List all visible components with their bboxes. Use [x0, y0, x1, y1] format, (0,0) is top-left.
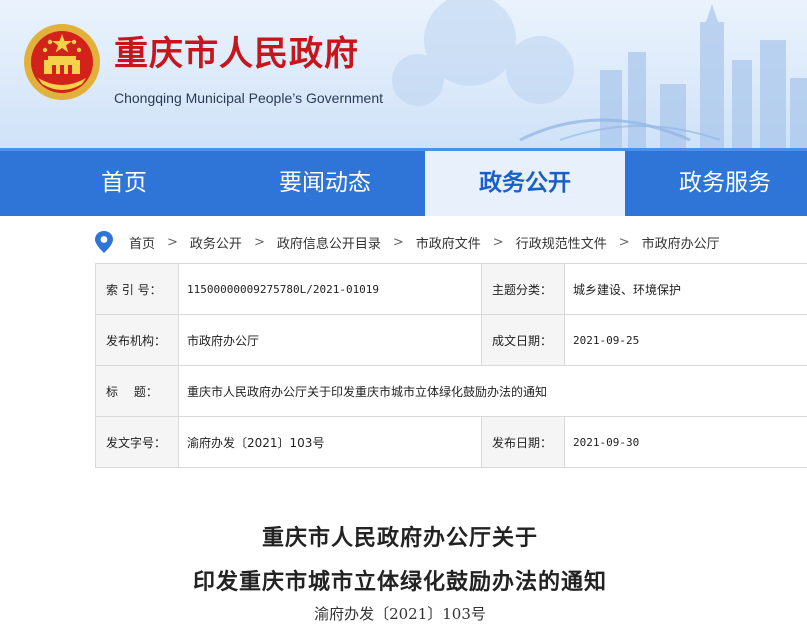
publish-date-label: 发布日期：	[481, 416, 565, 468]
table-row: 发文字号： 渝府办发〔2021〕103号 发布日期： 2021-09-30	[95, 416, 807, 468]
document-number-value: 渝府办发〔2021〕103号	[178, 416, 482, 468]
document-number-label: 发文字号：	[95, 416, 179, 468]
publish-date-value: 2021-09-30	[564, 416, 807, 468]
breadcrumb-separator: >	[492, 234, 504, 250]
article-title-line2: 印发重庆市城市立体绿化鼓励办法的通知	[192, 569, 607, 595]
breadcrumb-normative-documents[interactable]: 行政规范性文件	[516, 233, 607, 252]
issuer-value: 市政府办公厅	[178, 314, 482, 366]
breadcrumb-municipal-documents[interactable]: 市政府文件	[416, 233, 481, 252]
national-emblem-icon	[24, 24, 100, 100]
issuer-label: 发布机构：	[95, 314, 179, 366]
breadcrumb-separator: >	[618, 234, 630, 250]
index-number-value: 11500000009275780L/2021-01019	[178, 263, 482, 315]
nav-item-services[interactable]: 政务服务	[625, 151, 807, 216]
breadcrumb-government-affairs[interactable]: 政务公开	[190, 233, 242, 252]
breadcrumb-separator: >	[253, 234, 265, 250]
site-subtitle: Chongqing Municipal People’s Government	[114, 90, 384, 106]
breadcrumb-info-catalog[interactable]: 政府信息公开目录	[277, 233, 381, 252]
article-title-line1: 重庆市人民政府办公厅关于	[261, 525, 538, 551]
site-title: 重庆市人民政府	[114, 34, 359, 74]
location-pin-icon	[95, 231, 113, 253]
table-row: 标 题： 重庆市人民政府办公厅关于印发重庆市城市立体绿化鼓励办法的通知	[95, 365, 807, 417]
written-date-value: 2021-09-25	[564, 314, 807, 366]
title-label: 标 题：	[95, 365, 179, 417]
main-nav: 首页 要闻动态 政务公开 政务服务	[0, 148, 807, 216]
document-meta-table: 索 引 号： 11500000009275780L/2021-01019 主题分…	[95, 263, 807, 468]
breadcrumb: 首页 > 政务公开 > 政府信息公开目录 > 市政府文件 > 行政规范性文件 >…	[93, 230, 807, 254]
nav-item-home[interactable]: 首页	[62, 151, 186, 216]
header-banner: 重庆市人民政府 Chongqing Municipal People’s Gov…	[0, 0, 807, 148]
title-value: 重庆市人民政府办公厅关于印发重庆市城市立体绿化鼓励办法的通知	[178, 365, 807, 417]
breadcrumb-home[interactable]: 首页	[129, 233, 155, 252]
index-number-label: 索 引 号：	[95, 263, 179, 315]
table-row: 发布机构： 市政府办公厅 成文日期： 2021-09-25	[95, 314, 807, 366]
nav-item-news[interactable]: 要闻动态	[225, 151, 425, 216]
skyline-decoration	[392, 0, 807, 148]
topic-value: 城乡建设、环境保护	[564, 263, 807, 315]
breadcrumb-separator: >	[392, 234, 404, 250]
topic-label: 主题分类：	[481, 263, 565, 315]
table-row: 索 引 号： 11500000009275780L/2021-01019 主题分…	[95, 263, 807, 315]
written-date-label: 成文日期：	[481, 314, 565, 366]
article-doc-number: 渝府办发〔2021〕103号	[314, 605, 486, 623]
breadcrumb-general-office[interactable]: 市政府办公厅	[642, 233, 720, 252]
nav-item-government-affairs[interactable]: 政务公开	[425, 151, 625, 216]
breadcrumb-separator: >	[167, 234, 178, 250]
